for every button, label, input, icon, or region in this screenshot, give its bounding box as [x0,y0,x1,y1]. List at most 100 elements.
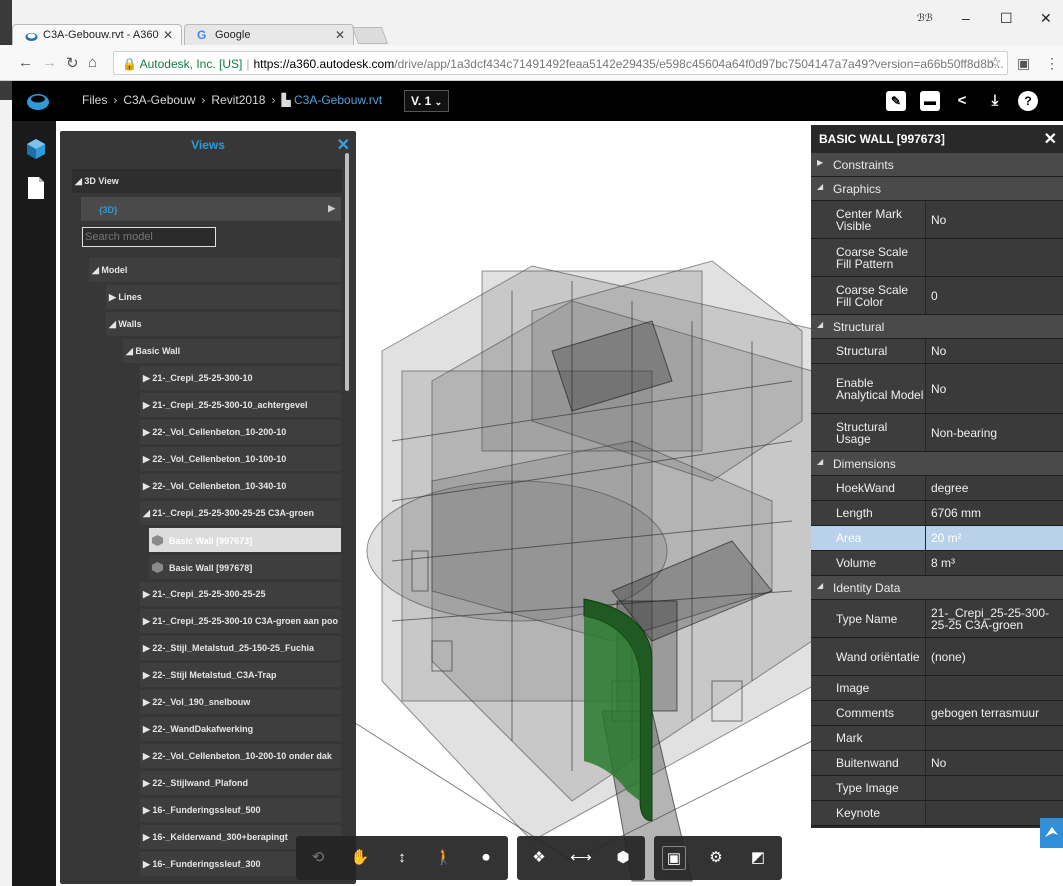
tree-type-item[interactable]: ▶ 21-_Crepi_25-25-300-25-25 [140,582,341,606]
properties-close-icon[interactable]: ✕ [1044,129,1057,149]
reload-icon[interactable]: ↻ [66,54,79,72]
measure-icon[interactable]: ⟷ [569,846,593,870]
share-icon[interactable]: < [952,91,972,111]
explode-icon[interactable]: ❖ [527,846,551,870]
markup-icon[interactable]: ✎ [886,91,906,111]
cube-icon [152,535,163,546]
tree-type-item[interactable]: ▶ 16-_Funderingssleuf_500 [140,798,341,822]
breadcrumb-project[interactable]: C3A-Gebouw [123,93,195,107]
tree-basic-wall[interactable]: ◢ Basic Wall [123,339,341,363]
views-scrollbar[interactable] [345,153,349,391]
home-icon[interactable]: ⌂ [88,54,97,71]
help-icon[interactable]: ? [1018,91,1038,111]
property-key: HoekWand [811,476,925,500]
tree-type-item[interactable]: ▶ 22-_Vol_Cellenbeton_10-340-10 [140,474,341,498]
viewer-toolbar: ⟲ ✋ ↕ 🚶 ⏺ ❖ ⟷ ⬢ ▣ ⚙ ◩ [296,836,782,880]
tree-type-item[interactable]: ▶ 22-_Stijl Metalstud_C3A-Trap [140,663,341,687]
first-person-icon[interactable]: 🚶 [432,846,456,870]
tree-type-item[interactable]: ▶ 22-_Stijlwand_Plafond [140,771,341,795]
property-value: gebogen terrasmuur [925,701,1063,725]
property-row[interactable]: Structural No [811,339,1063,364]
tree-type-item[interactable]: ▶ 22-_Stijl_Metalstud_25-150-25_Fuchia [140,636,341,660]
property-category[interactable]: ◢ Dimensions [811,452,1063,476]
tree-type-item[interactable]: ▶ 21-_Crepi_25-25-300-10 C3A-groen aan p… [140,609,341,633]
breadcrumb: Files › C3A-Gebouw › Revit2018 › ▙ C3A-Gebouw.… [82,93,382,107]
property-row[interactable]: Coarse Scale Fill Pattern [811,239,1063,277]
property-row[interactable]: Enable Analytical Model No [811,364,1063,414]
sheets-icon[interactable] [26,176,46,200]
model-browser-icon[interactable]: ▣ [662,846,686,870]
bookmark-star-icon[interactable]: ☆ [989,54,1002,71]
property-row[interactable]: HoekWand degree [811,476,1063,501]
tree-type-item[interactable]: ▶ 22-_Vol_Cellenbeton_10-200-10 onder da… [140,744,341,768]
maximize-icon[interactable]: ☐ [1000,10,1013,27]
view-3d-item[interactable]: {3D} ▶ [81,197,341,221]
tab-close-icon[interactable]: ✕ [163,28,173,42]
tree-type-item[interactable]: ▶ 22-_WandDakafwerking [140,717,341,741]
section-icon[interactable]: ⬢ [611,846,635,870]
property-key: Center Mark Visible [811,201,925,238]
tree-3d-view[interactable]: ◢ 3D View [72,169,342,193]
tree-model-label: Model [101,265,128,275]
views-close-icon[interactable]: ✕ [337,135,350,155]
settings-icon[interactable]: ⚙ [704,846,728,870]
tree-type-label: 22-_Vol_Cellenbeton_10-100-10 [152,454,287,464]
property-row[interactable]: Center Mark Visible No [811,201,1063,239]
tab-close-icon[interactable]: ✕ [335,28,345,42]
property-row[interactable]: Keynote [811,801,1063,826]
property-row[interactable]: Length 6706 mm [811,501,1063,526]
comment-icon[interactable]: ▬ [920,91,940,111]
tree-type-item[interactable]: ▶ 22-_Vol_Cellenbeton_10-200-10 [140,420,341,444]
close-window-icon[interactable]: ✕ [1040,10,1052,27]
property-category[interactable]: ◢ Graphics [811,177,1063,201]
version-dropdown[interactable]: V. 1 ⌄ [404,90,450,112]
feedback-icon[interactable] [1040,818,1063,848]
orbit-icon[interactable]: ⟲ [306,846,330,870]
property-row[interactable]: Image [811,676,1063,701]
minimize-icon[interactable]: – [962,10,970,26]
fullscreen-icon[interactable]: ◩ [746,846,770,870]
tree-instance[interactable]: Basic Wall [997678] [149,555,341,579]
model-views-icon[interactable] [26,137,46,161]
url-field[interactable]: 🔒 Autodesk, Inc. [US] | https://a360.autod… [113,51,1008,75]
tree-lines[interactable]: ▶ Lines [106,285,341,309]
extension-icon[interactable]: ▣ [1017,55,1030,72]
property-row[interactable]: Type Image [811,776,1063,801]
property-row[interactable]: Structural Usage Non-bearing [811,414,1063,452]
property-row[interactable]: Coarse Scale Fill Color 0 [811,277,1063,315]
search-model-input[interactable] [82,227,216,247]
property-row[interactable]: Area 20 m² [811,526,1063,551]
pan-icon[interactable]: ✋ [348,846,372,870]
tree-instance-selected[interactable]: Basic Wall [997673] [149,528,341,552]
tree-type-item[interactable]: ▶ 21-_Crepi_25-25-300-10_achtergevel [140,393,341,417]
tab-a360[interactable]: C3A-Gebouw.rvt - A360 ✕ [12,24,182,46]
tree-type-item[interactable]: ▶ 22-_Vol_Cellenbeton_10-100-10 [140,447,341,471]
property-row[interactable]: Comments gebogen terrasmuur [811,701,1063,726]
property-row[interactable]: Volume 8 m³ [811,551,1063,576]
tab-google[interactable]: G Google ✕ [184,24,354,46]
tree-type-item[interactable]: ◢ 21-_Crepi_25-25-300-25-25 C3A-groen [140,501,341,525]
new-tab-button[interactable] [351,27,389,44]
back-icon[interactable]: ← [18,54,33,71]
chrome-menu-icon[interactable]: ⋮ [1045,55,1059,72]
profile-badge[interactable]: ℬℬ [917,13,933,24]
property-row[interactable]: Buitenwand No [811,751,1063,776]
zoom-icon[interactable]: ↕ [390,846,414,870]
property-row[interactable]: Type Name 21-_Crepi_25-25-300-25-25 C3A-g… [811,600,1063,638]
breadcrumb-folder[interactable]: Revit2018 [211,93,265,107]
property-row[interactable]: Mark [811,726,1063,751]
breadcrumb-files[interactable]: Files [82,93,107,107]
secure-label: Autodesk, Inc. [US] [139,57,243,71]
property-category[interactable]: ◢ Structural [811,315,1063,339]
camera-icon[interactable]: ⏺ [474,846,498,870]
download-icon[interactable]: ⤓ [985,91,1005,111]
tree-model[interactable]: ◢ Model [89,258,341,282]
tree-type-item[interactable]: ▶ 22-_Vol_190_snelbouw [140,690,341,714]
property-category[interactable]: ◢ Identity Data [811,576,1063,600]
tree-type-item[interactable]: ▶ 21-_Crepi_25-25-300-10 [140,366,341,390]
property-row[interactable]: Wand oriëntatie (none) [811,638,1063,676]
tree-walls[interactable]: ◢ Walls [106,312,341,336]
forward-icon[interactable]: → [42,54,57,71]
property-category[interactable]: ▶ Constraints [811,153,1063,177]
a360-logo-icon[interactable] [26,90,50,112]
